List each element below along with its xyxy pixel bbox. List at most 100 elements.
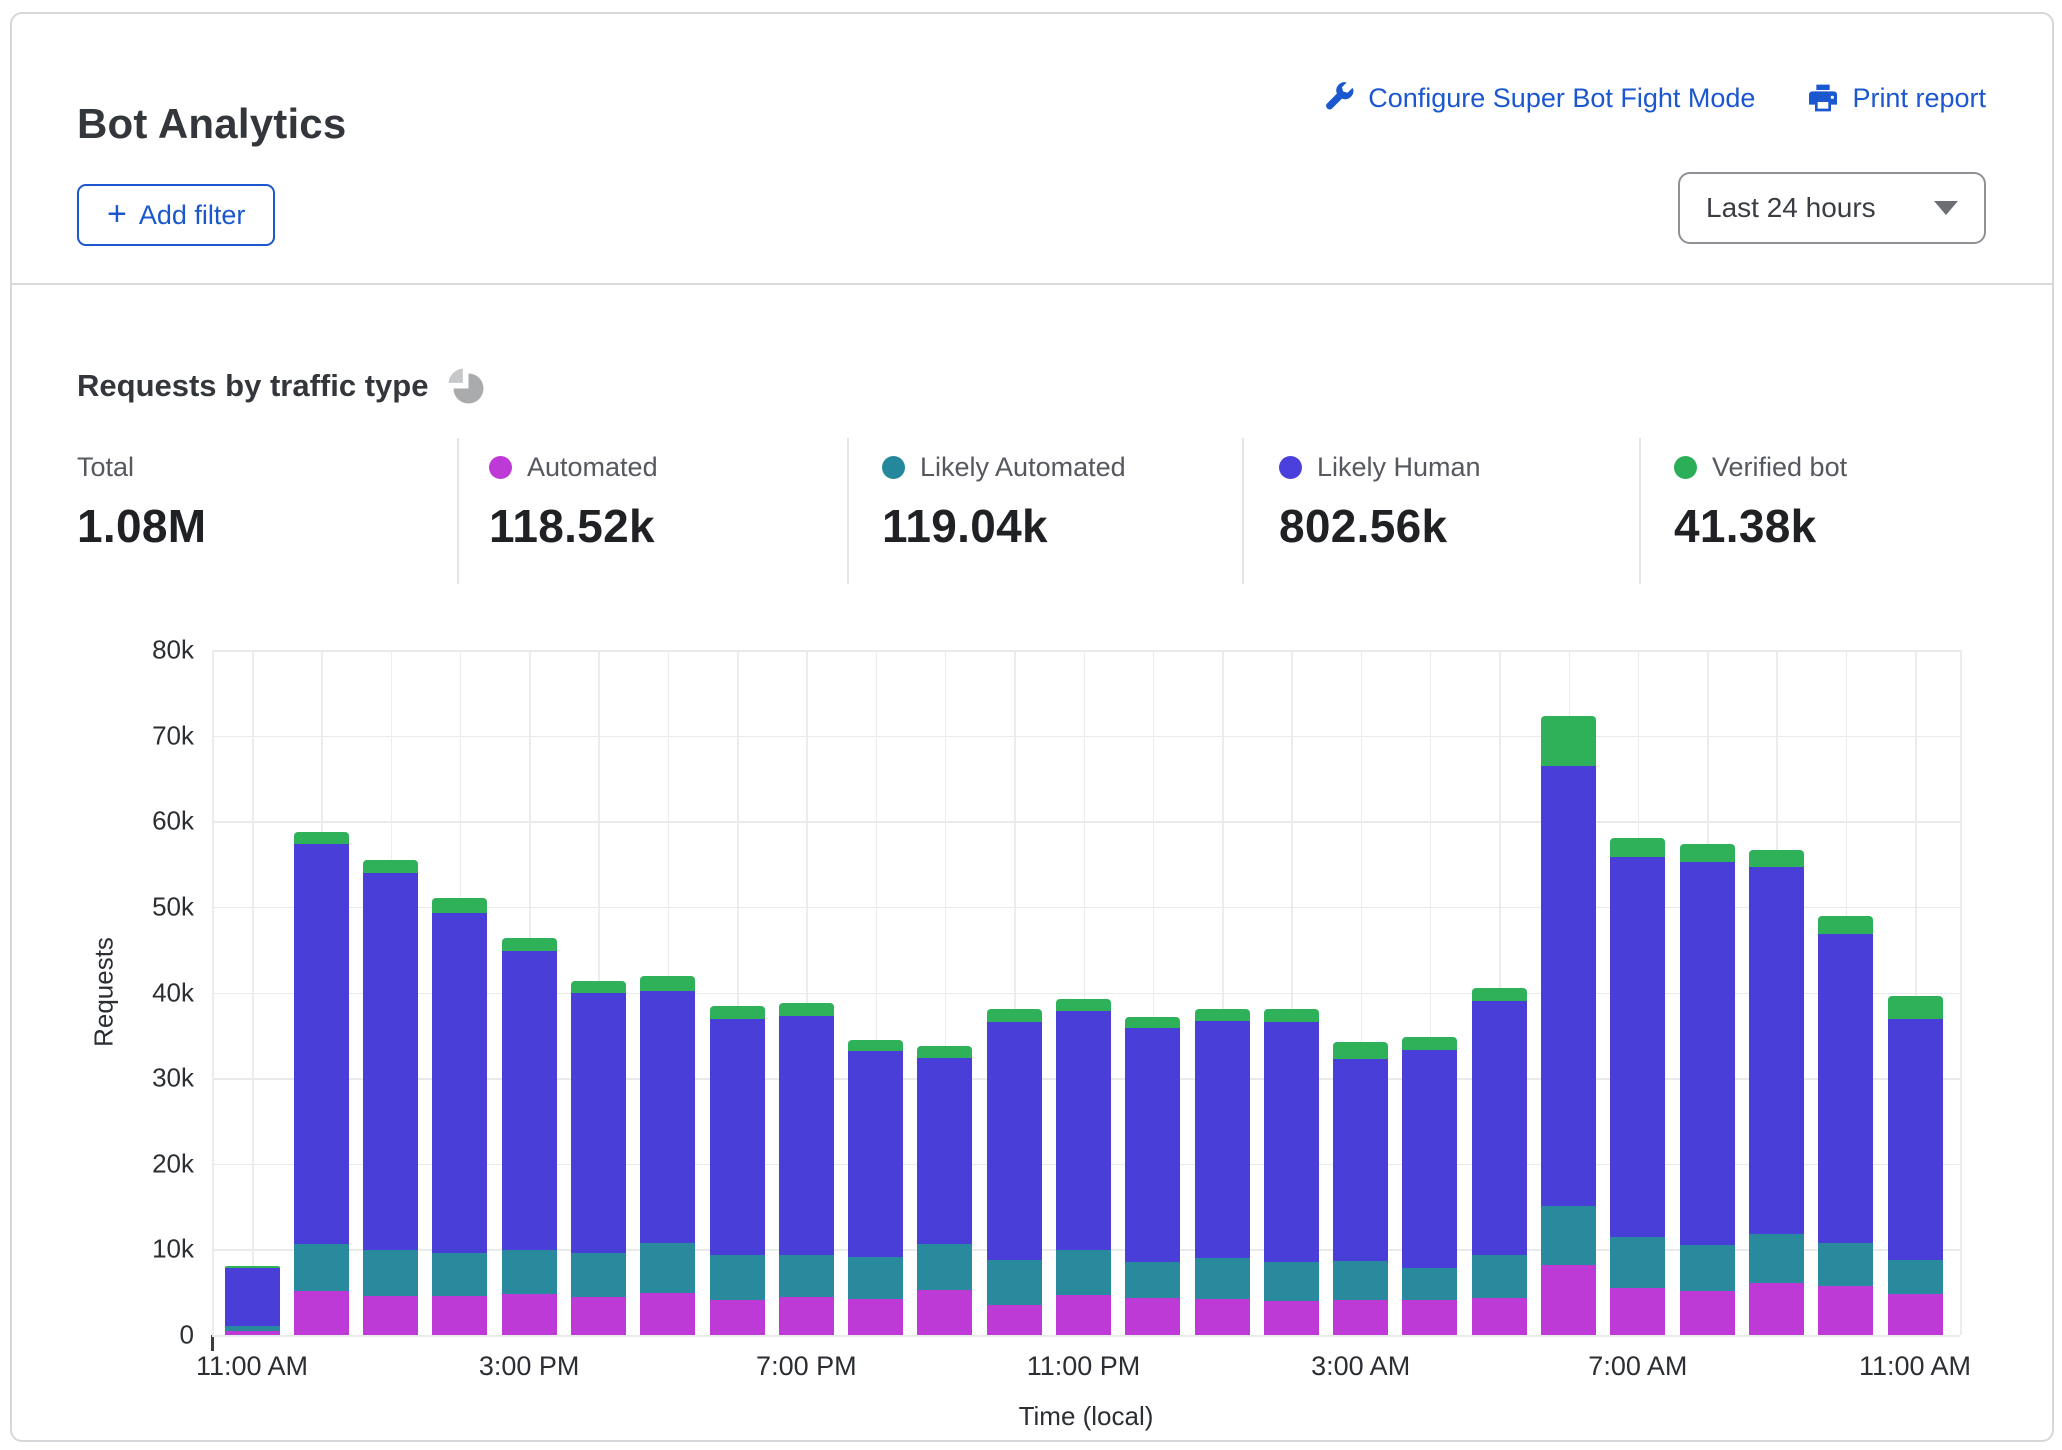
x-tick-label: 7:00 AM xyxy=(1588,1351,1687,1382)
bar-segment-likely-human xyxy=(225,1268,280,1325)
bar-segment-automated xyxy=(710,1300,765,1335)
bar-2-00-pm xyxy=(432,898,487,1335)
print-report-link[interactable]: Print report xyxy=(1807,82,1986,114)
legend-dot-likely-human xyxy=(1279,456,1302,479)
add-filter-button[interactable]: + Add filter xyxy=(77,184,275,246)
x-tick-label: 11:00 AM xyxy=(1859,1351,1971,1382)
stat-verified-bot: Verified bot41.38k xyxy=(1674,452,1847,553)
bar-segment-automated xyxy=(1402,1300,1457,1335)
bar-10-00-pm xyxy=(987,1009,1042,1335)
gridline-vertical xyxy=(212,650,214,1335)
bar-segment-verified-bot xyxy=(1680,844,1735,862)
x-tick-label: 3:00 AM xyxy=(1311,1351,1410,1382)
bar-segment-automated xyxy=(1749,1283,1804,1335)
section-title: Requests by traffic type xyxy=(77,368,428,404)
bar-segment-likely-human xyxy=(1472,1001,1527,1255)
bar-segment-automated xyxy=(1680,1291,1735,1335)
bar-segment-likely-human xyxy=(1333,1059,1388,1262)
bar-segment-verified-bot xyxy=(987,1009,1042,1022)
bar-segment-likely-human xyxy=(640,991,695,1243)
bar-segment-likely-human xyxy=(432,913,487,1253)
bar-segment-verified-bot xyxy=(432,898,487,913)
bar-segment-automated xyxy=(1056,1295,1111,1335)
bar-2-00-am xyxy=(1264,1009,1319,1335)
bar-segment-likely-automated xyxy=(1333,1261,1388,1300)
bar-segment-automated xyxy=(1541,1265,1596,1335)
bar-segment-automated xyxy=(571,1297,626,1336)
bar-segment-likely-automated xyxy=(571,1253,626,1297)
print-link-label: Print report xyxy=(1852,83,1986,114)
bar-segment-verified-bot xyxy=(1056,999,1111,1012)
x-axis-origin-tick xyxy=(211,1335,214,1351)
stat-label: Total xyxy=(77,452,134,483)
bar-segment-likely-automated xyxy=(1195,1258,1250,1299)
bar-segment-likely-automated xyxy=(917,1244,972,1289)
stat-label: Likely Automated xyxy=(920,452,1126,483)
wrench-icon xyxy=(1323,82,1355,114)
bar-segment-verified-bot xyxy=(710,1006,765,1019)
y-tick-label: 70k xyxy=(104,720,194,751)
stat-total: Total1.08M xyxy=(77,452,206,553)
plus-icon: + xyxy=(107,197,127,231)
bar-segment-likely-automated xyxy=(1888,1260,1943,1294)
bar-segment-likely-automated xyxy=(502,1250,557,1294)
gridline-horizontal xyxy=(212,821,1960,823)
bar-6-00-am xyxy=(1541,716,1596,1335)
stat-divider xyxy=(1639,438,1641,584)
bar-8-00-am xyxy=(1680,844,1735,1335)
stat-value: 118.52k xyxy=(489,499,658,553)
gridline-horizontal xyxy=(212,650,1960,652)
bar-segment-likely-human xyxy=(571,993,626,1252)
bar-6-00-pm xyxy=(710,1006,765,1335)
bar-11-00-am xyxy=(225,1266,280,1335)
gridline-vertical xyxy=(1960,650,1962,1335)
stat-divider xyxy=(457,438,459,584)
pie-chart-icon xyxy=(446,366,486,406)
bar-segment-automated xyxy=(1472,1298,1527,1335)
bar-segment-verified-bot xyxy=(1610,838,1665,857)
bar-segment-automated xyxy=(1333,1300,1388,1335)
header-links: Configure Super Bot Fight Mode Print rep… xyxy=(1323,82,1986,114)
bar-segment-verified-bot xyxy=(848,1040,903,1051)
bar-segment-verified-bot xyxy=(1264,1009,1319,1022)
y-tick-label: 80k xyxy=(104,635,194,666)
bar-8-00-pm xyxy=(848,1040,903,1335)
bar-12-00-pm xyxy=(294,832,349,1335)
chevron-down-icon xyxy=(1934,201,1958,215)
bar-segment-verified-bot xyxy=(1749,850,1804,866)
bar-segment-likely-human xyxy=(1264,1022,1319,1263)
bar-segment-likely-human xyxy=(294,844,349,1244)
bar-12-00-am xyxy=(1125,1017,1180,1335)
bar-segment-likely-automated xyxy=(848,1257,903,1299)
stat-divider xyxy=(847,438,849,584)
stat-likely-human: Likely Human802.56k xyxy=(1279,452,1481,553)
bar-segment-verified-bot xyxy=(1888,996,1943,1019)
gridline-horizontal xyxy=(212,1335,1960,1337)
legend-dot-automated xyxy=(489,456,512,479)
bar-segment-likely-automated xyxy=(1264,1262,1319,1301)
bar-3-00-pm xyxy=(502,938,557,1335)
bar-4-00-am xyxy=(1402,1037,1457,1335)
bar-segment-likely-human xyxy=(1610,857,1665,1236)
time-range-select[interactable]: Last 24 hours xyxy=(1678,172,1986,244)
bar-segment-likely-human xyxy=(1541,766,1596,1206)
bar-7-00-pm xyxy=(779,1003,834,1335)
bar-segment-automated xyxy=(987,1305,1042,1335)
x-axis-title: Time (local) xyxy=(1019,1401,1154,1432)
bar-11-00-pm xyxy=(1056,999,1111,1335)
y-tick-label: 50k xyxy=(104,891,194,922)
bar-segment-automated xyxy=(502,1294,557,1335)
configure-super-bot-fight-mode-link[interactable]: Configure Super Bot Fight Mode xyxy=(1323,82,1755,114)
bar-segment-automated xyxy=(363,1296,418,1335)
bar-segment-likely-human xyxy=(1818,934,1873,1242)
y-tick-label: 20k xyxy=(104,1148,194,1179)
legend-dot-verified-bot xyxy=(1674,456,1697,479)
y-tick-label: 30k xyxy=(104,1063,194,1094)
stat-label: Automated xyxy=(527,452,658,483)
stat-divider xyxy=(1242,438,1244,584)
bar-5-00-pm xyxy=(640,976,695,1335)
bar-segment-automated xyxy=(1610,1288,1665,1335)
bot-analytics-card: Bot Analytics Configure Super Bot Fight … xyxy=(10,12,2054,1442)
bar-segment-likely-automated xyxy=(1402,1268,1457,1300)
bar-9-00-pm xyxy=(917,1046,972,1335)
